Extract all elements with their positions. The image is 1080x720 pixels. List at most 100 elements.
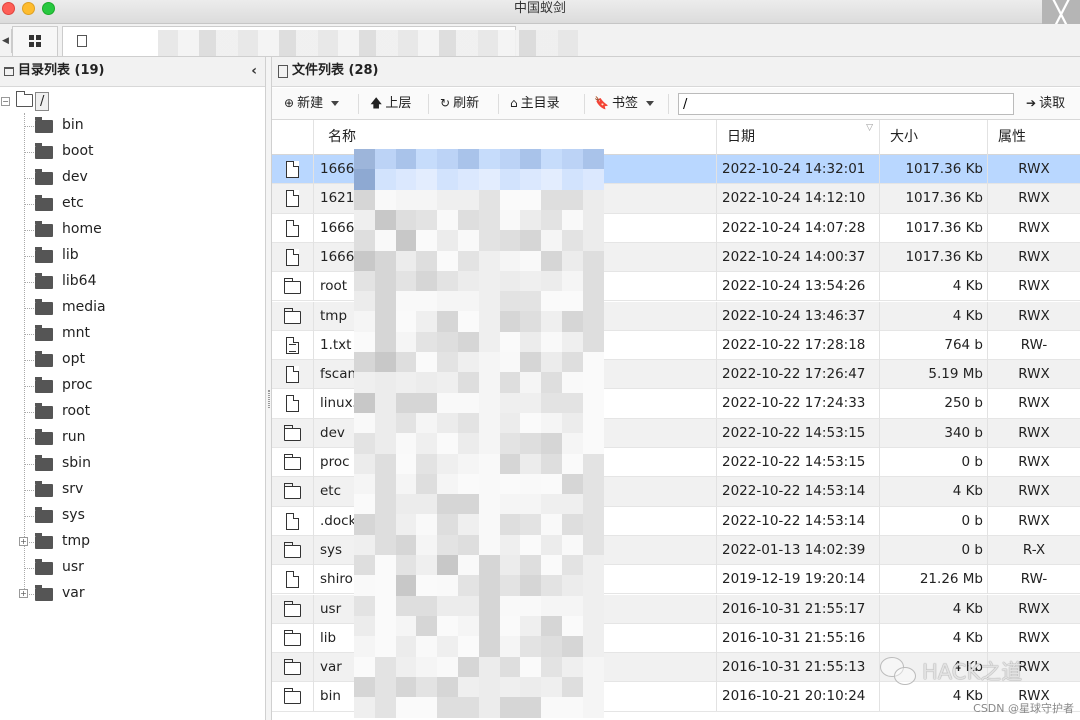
tree-items: bin boot dev etc home lib lib64 media mnt opt proc… bbox=[0, 113, 266, 607]
row-size: 250 b bbox=[880, 389, 988, 419]
tree-item-srv[interactable]: srv bbox=[0, 477, 266, 503]
expand-icon[interactable]: + bbox=[19, 589, 28, 598]
table-row[interactable]: dev 2022-10-22 14:53:15 340 b RWX bbox=[272, 418, 1080, 448]
table-row[interactable]: proc 2022-10-22 14:53:15 0 b RWX bbox=[272, 448, 1080, 478]
size-column-header[interactable]: 大小 bbox=[880, 120, 988, 155]
tree-item-root[interactable]: root bbox=[0, 399, 266, 425]
row-icon-cell bbox=[272, 565, 314, 595]
up-button[interactable]: 🡅 上层 bbox=[370, 88, 411, 119]
refresh-button[interactable]: ↻ 刷新 bbox=[440, 88, 479, 119]
tab-file-manager[interactable] bbox=[62, 26, 578, 56]
path-input[interactable] bbox=[678, 93, 1014, 115]
tree-item-label: root bbox=[62, 403, 91, 419]
table-row[interactable]: fscan 2022-10-22 17:26:47 5.19 Mb RWX bbox=[272, 360, 1080, 390]
row-date: 2022-10-24 13:46:37 bbox=[717, 301, 880, 331]
attr-column-header[interactable]: 属性 bbox=[988, 120, 1080, 155]
file-icon bbox=[286, 366, 299, 384]
tree-item-home[interactable]: home bbox=[0, 217, 266, 243]
table-row[interactable]: tmp 2022-10-24 13:46:37 4 Kb RWX bbox=[272, 301, 1080, 331]
table-row[interactable]: linux5 2022-10-22 17:24:33 250 b RWX bbox=[272, 389, 1080, 419]
tree-guide-branch bbox=[24, 178, 34, 179]
tree-item-tmp[interactable]: + tmp bbox=[0, 529, 266, 555]
tree-root-label[interactable]: / bbox=[35, 92, 50, 111]
bookmark-button[interactable]: 🔖 书签 bbox=[594, 88, 654, 119]
folder-icon bbox=[35, 403, 53, 419]
tab-home[interactable] bbox=[12, 26, 58, 56]
table-row[interactable]: 1.txt 2022-10-22 17:28:18 764 b RW- bbox=[272, 330, 1080, 361]
row-date: 2022-10-24 14:07:28 bbox=[717, 213, 880, 243]
row-date: 2016-10-31 21:55:17 bbox=[717, 594, 880, 624]
row-date: 2016-10-21 20:10:24 bbox=[717, 682, 880, 712]
table-row[interactable]: .dock 2022-10-22 14:53:14 0 b RWX bbox=[272, 506, 1080, 536]
read-button[interactable]: ➔ 读取 bbox=[1026, 88, 1065, 119]
row-size: 340 b bbox=[880, 418, 988, 448]
tree-item-dev[interactable]: dev bbox=[0, 165, 266, 191]
collapse-root-icon[interactable]: − bbox=[1, 97, 10, 106]
toolbar-divider bbox=[428, 94, 429, 114]
row-size: 4 Kb bbox=[880, 623, 988, 653]
grid-icon bbox=[29, 34, 41, 47]
table-row[interactable]: 1666 2022-10-24 14:07:28 1017.36 Kb RWX bbox=[272, 213, 1080, 243]
bookmark-icon: 🔖 bbox=[594, 96, 609, 110]
tab-scroll-left-icon[interactable]: ◀ bbox=[0, 29, 12, 53]
row-date: 2022-10-24 13:54:26 bbox=[717, 272, 880, 302]
row-name: root bbox=[314, 272, 717, 302]
table-row[interactable]: root 2022-10-24 13:54:26 4 Kb RWX bbox=[272, 272, 1080, 302]
tree-item-bin[interactable]: bin bbox=[0, 113, 266, 139]
date-column-header[interactable]: 日期 ▽ bbox=[717, 120, 880, 155]
tree-item-var[interactable]: + var bbox=[0, 581, 266, 607]
tree-item-sys[interactable]: sys bbox=[0, 503, 266, 529]
table-row[interactable]: 1666 2022-10-24 14:00:37 1017.36 Kb RWX bbox=[272, 242, 1080, 273]
row-date: 2022-10-22 17:26:47 bbox=[717, 360, 880, 390]
table-row[interactable]: 1621 2022-10-24 14:12:10 1017.36 Kb RWX bbox=[272, 184, 1080, 214]
table-row[interactable]: 1666 2022-10-24 14:32:01 1017.36 Kb RWX bbox=[272, 155, 1080, 185]
file-grid-body: 1666 2022-10-24 14:32:01 1017.36 Kb RWX 1621… bbox=[272, 155, 1080, 720]
folder-icon bbox=[35, 351, 53, 367]
table-row[interactable]: lib 2016-10-31 21:55:16 4 Kb RWX bbox=[272, 623, 1080, 654]
tree-item-proc[interactable]: proc bbox=[0, 373, 266, 399]
date-column-label: 日期 bbox=[727, 129, 755, 145]
table-row[interactable]: etc 2022-10-22 14:53:14 4 Kb RWX bbox=[272, 477, 1080, 507]
folder-icon bbox=[284, 629, 301, 646]
tree-item-lib[interactable]: lib bbox=[0, 243, 266, 269]
row-size: 4 Kb bbox=[880, 682, 988, 712]
row-name: tmp bbox=[314, 301, 717, 331]
tree-item-opt[interactable]: opt bbox=[0, 347, 266, 373]
name-column-header[interactable]: 名称 bbox=[314, 120, 717, 155]
tree-item-sbin[interactable]: sbin bbox=[0, 451, 266, 477]
tree-root[interactable]: − / bbox=[0, 91, 266, 113]
row-icon-cell bbox=[272, 272, 314, 302]
row-size: 1017.36 Kb bbox=[880, 242, 988, 272]
row-name: bin bbox=[314, 682, 717, 712]
table-row[interactable]: sys 2022-01-13 14:02:39 0 b R-X bbox=[272, 535, 1080, 566]
icon-column-header[interactable] bbox=[272, 120, 314, 155]
tree-guide-branch bbox=[24, 152, 34, 153]
watermark-text: HACK之道 bbox=[922, 660, 1023, 684]
home-button[interactable]: ⌂ 主目录 bbox=[510, 88, 560, 119]
tree-item-media[interactable]: media bbox=[0, 295, 266, 321]
table-row[interactable]: shiro 2019-12-19 19:20:14 21.26 Mb RW- bbox=[272, 565, 1080, 595]
tree-item-usr[interactable]: usr bbox=[0, 555, 266, 581]
row-name: 1621 bbox=[314, 184, 717, 214]
folder-icon bbox=[35, 273, 53, 289]
file-panel-header: 文件列表 (28) bbox=[272, 57, 1080, 87]
folder-icon bbox=[284, 307, 301, 324]
tree-guide-branch bbox=[24, 490, 34, 491]
collapse-panel-icon[interactable]: ‹ bbox=[251, 57, 257, 85]
row-name: fscan bbox=[314, 360, 717, 390]
expand-icon[interactable]: + bbox=[19, 537, 28, 546]
tree-item-boot[interactable]: boot bbox=[0, 139, 266, 165]
table-row[interactable]: bin 2016-10-21 20:10:24 4 Kb RWX bbox=[272, 682, 1080, 712]
tree-item-lib64[interactable]: lib64 bbox=[0, 269, 266, 295]
row-date: 2022-10-22 14:53:14 bbox=[717, 477, 880, 507]
tree-item-label: tmp bbox=[62, 533, 91, 549]
tree-item-etc[interactable]: etc bbox=[0, 191, 266, 217]
tree-item-run[interactable]: run bbox=[0, 425, 266, 451]
tree-item-mnt[interactable]: mnt bbox=[0, 321, 266, 347]
new-button[interactable]: ⊕ 新建 bbox=[284, 88, 340, 119]
folder-icon bbox=[284, 541, 301, 558]
table-row[interactable]: usr 2016-10-31 21:55:17 4 Kb RWX bbox=[272, 594, 1080, 624]
read-button-label: 读取 bbox=[1039, 96, 1066, 111]
home-icon: ⌂ bbox=[510, 96, 518, 110]
splitter-grip-icon[interactable] bbox=[268, 390, 270, 408]
